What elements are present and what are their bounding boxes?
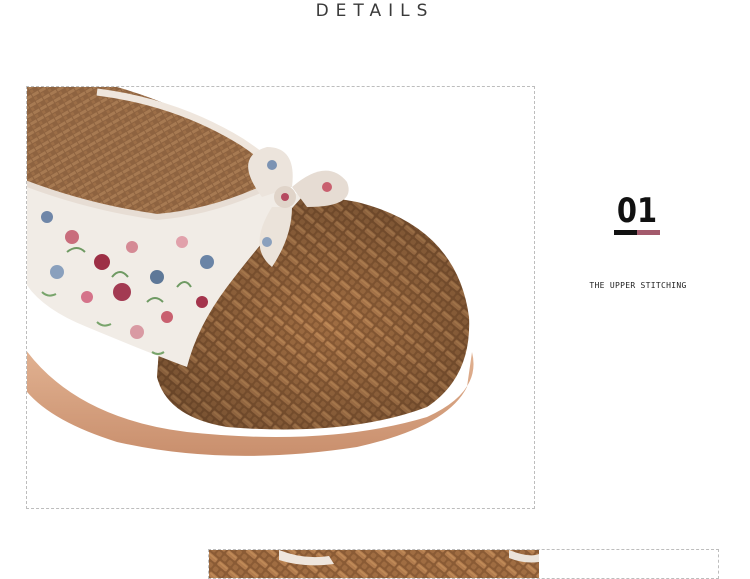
step-number: 01 <box>616 191 658 231</box>
next-photo-frame <box>208 549 719 579</box>
detail-step-marker: 01 <box>612 192 662 235</box>
product-photo-frame <box>26 86 535 509</box>
detail-caption: THE UPPER STITCHING <box>589 281 687 290</box>
next-photo-preview <box>209 550 539 578</box>
slipper-photo <box>27 87 474 456</box>
section-heading: DETAILS <box>315 1 435 21</box>
